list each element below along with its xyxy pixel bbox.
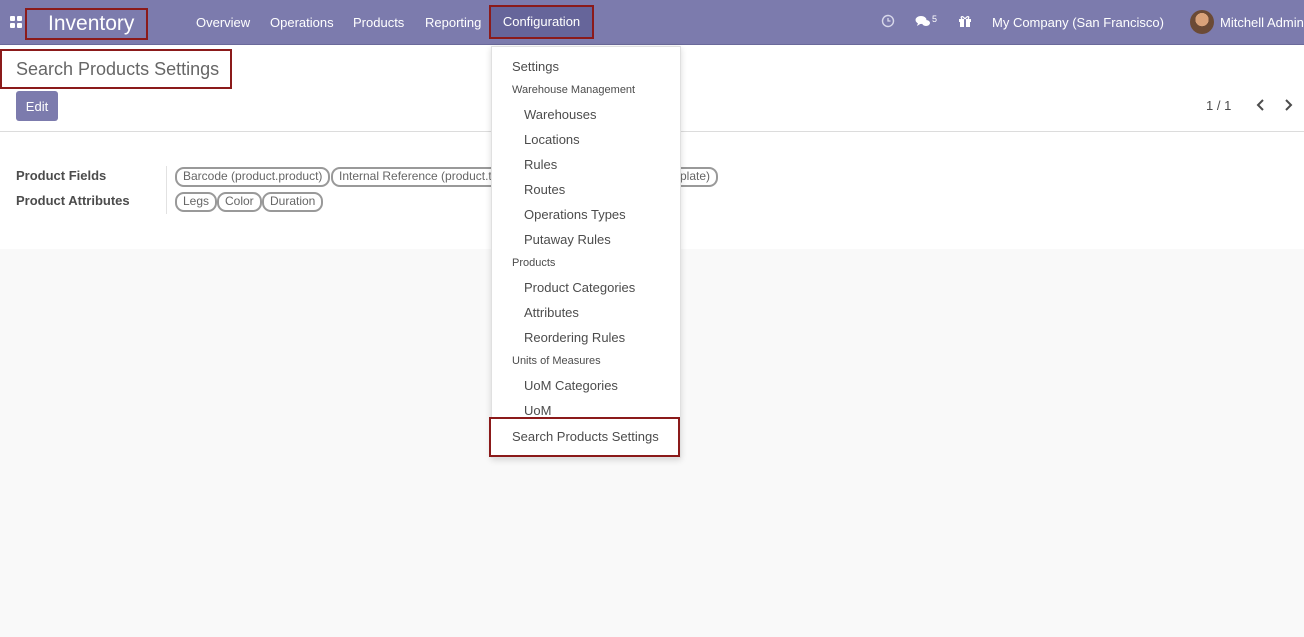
dropdown-group-uom: Units of Measures (512, 355, 601, 367)
edit-button[interactable]: Edit (16, 91, 58, 121)
product-field-tag: Barcode (product.product) (175, 167, 331, 187)
attribute-tag-duration: Duration (262, 192, 324, 212)
chat-icon[interactable] (915, 15, 931, 29)
product-field-tag: Internal Reference (product.t (331, 167, 491, 187)
messages-count-badge: 5 (932, 14, 938, 24)
field-divider (166, 166, 167, 214)
dropdown-item-uom-categories[interactable]: UoM Categories (492, 373, 680, 398)
chevron-left-icon[interactable] (1254, 97, 1268, 113)
product-fields-label: Product Fields (16, 168, 107, 183)
pager-value[interactable]: 1 / 1 (1206, 98, 1231, 113)
dropdown-group-warehouse: Warehouse Management (512, 84, 636, 96)
menu-operations[interactable]: Operations (270, 0, 334, 45)
dropdown-item-routes[interactable]: Routes (492, 177, 680, 202)
dropdown-item-locations[interactable]: Locations (492, 127, 680, 152)
dropdown-item-warehouses[interactable]: Warehouses (492, 102, 680, 127)
company-switcher[interactable]: My Company (San Francisco) (992, 0, 1164, 45)
dropdown-item-rules[interactable]: Rules (492, 152, 680, 177)
attribute-tag-color: Color (217, 192, 262, 212)
app-brand[interactable]: Inventory (25, 8, 148, 40)
apps-menu-icon[interactable] (10, 16, 23, 29)
gift-icon[interactable] (958, 14, 972, 28)
dropdown-item-reordering-rules[interactable]: Reordering Rules (492, 325, 680, 350)
breadcrumb: Search Products Settings (0, 49, 232, 89)
user-menu[interactable]: Mitchell Admin (1220, 0, 1304, 45)
menu-overview[interactable]: Overview (196, 0, 250, 45)
dropdown-item-search-products-settings[interactable]: Search Products Settings (489, 417, 680, 457)
dropdown-item-operations-types[interactable]: Operations Types (492, 202, 680, 227)
attribute-tag-legs: Legs (175, 192, 218, 212)
top-navbar: Inventory Overview Operations Products R… (0, 0, 1304, 45)
menu-configuration[interactable]: Configuration (489, 5, 594, 39)
dropdown-item-putaway-rules[interactable]: Putaway Rules (492, 227, 680, 252)
dropdown-item-product-categories[interactable]: Product Categories (492, 275, 680, 300)
configuration-dropdown: Settings Warehouse Management Warehouses… (491, 46, 681, 458)
product-attributes-label: Product Attributes (16, 193, 130, 208)
dropdown-item-attributes[interactable]: Attributes (492, 300, 680, 325)
dropdown-group-products: Products (512, 257, 556, 269)
clock-icon[interactable] (881, 14, 895, 28)
chevron-right-icon[interactable] (1281, 97, 1295, 113)
dropdown-item-settings[interactable]: Settings (492, 54, 680, 79)
menu-reporting[interactable]: Reporting (425, 0, 481, 45)
avatar[interactable] (1190, 10, 1214, 34)
menu-products[interactable]: Products (353, 0, 404, 45)
